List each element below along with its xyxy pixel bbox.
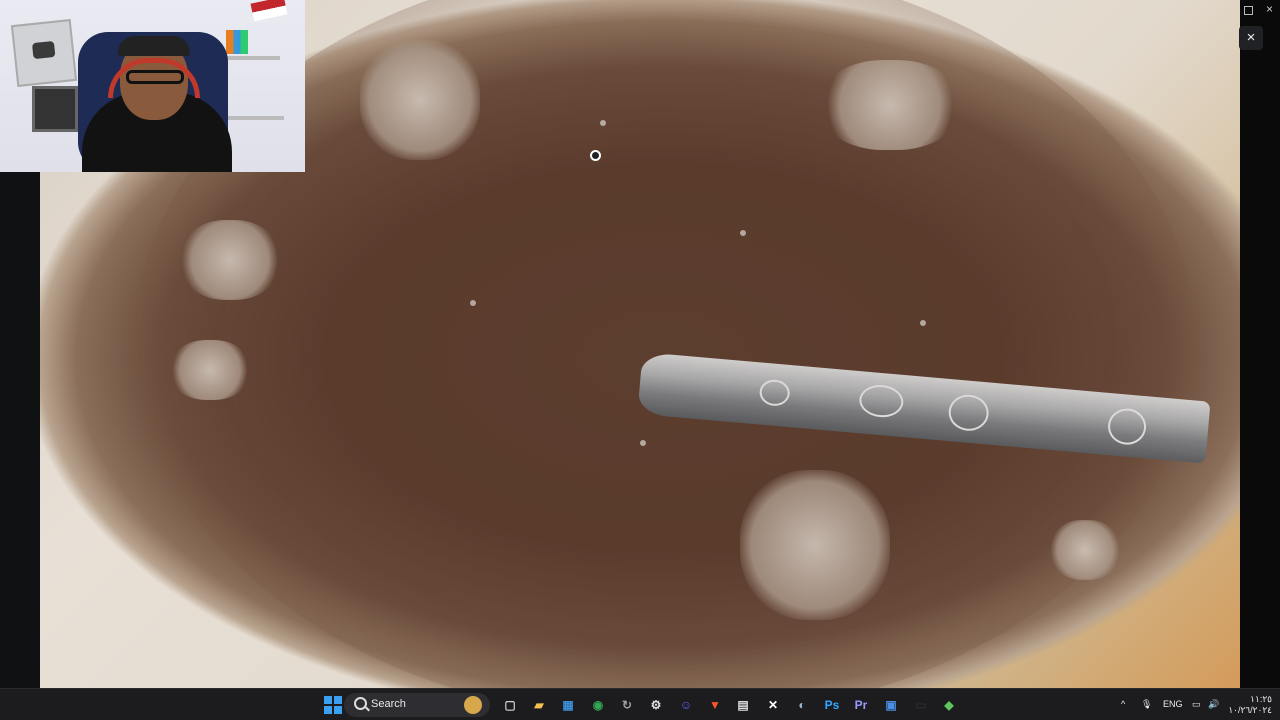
search-icon — [354, 697, 367, 710]
taskbar-search-box[interactable]: Search — [344, 693, 490, 717]
glasses — [126, 70, 184, 84]
taskbar: Search ▢ ▰ ▦ ◉ ↻ ⚙ ☺ ▼ ▤ ✕ ◐ Ps Pr ▣ ▭ ◆ ^ 🎙 ENG ▭ 🔊 ١١… — [0, 688, 1280, 720]
file-explorer-icon[interactable]: ▰ — [528, 694, 550, 716]
shelf-bottles — [226, 30, 248, 54]
bubble — [600, 120, 606, 126]
search-label: Search — [371, 698, 406, 710]
image-viewer-icon[interactable]: ▤ — [732, 694, 754, 716]
wall-frame — [32, 86, 78, 132]
clock-time: ١١:٢٥ — [1250, 694, 1272, 704]
capcut-icon[interactable]: ✕ — [762, 694, 784, 716]
tray-chevron-icon[interactable]: ^ — [1121, 699, 1125, 709]
photos-icon[interactable]: ▣ — [880, 694, 902, 716]
sync-app-icon[interactable]: ↻ — [616, 694, 638, 716]
language-indicator[interactable]: ENG — [1163, 699, 1183, 709]
bubble — [470, 300, 476, 306]
bubble — [920, 320, 926, 326]
meat-piece — [360, 40, 480, 160]
microphone-icon[interactable]: 🎙 — [1141, 699, 1152, 710]
wall-shelf — [220, 56, 280, 60]
chrome-icon[interactable]: ◉ — [587, 694, 609, 716]
start-windows-icon[interactable] — [322, 694, 344, 716]
maximize-icon[interactable] — [1244, 6, 1253, 15]
left-background-strip — [0, 170, 40, 688]
right-background-strip: × — [1240, 0, 1280, 688]
meat-piece — [1050, 520, 1120, 580]
task-view-icon[interactable]: ▢ — [499, 694, 521, 716]
silver-play-button-plaque — [10, 19, 78, 87]
brave-icon[interactable]: ▼ — [704, 694, 726, 716]
webcam-overlay — [0, 0, 305, 172]
premiere-icon[interactable]: Pr — [850, 694, 872, 716]
photoshop-icon[interactable]: Ps — [821, 694, 843, 716]
meat-piece — [740, 470, 890, 620]
discord-icon[interactable]: ☺ — [675, 694, 697, 716]
bubble — [740, 230, 746, 236]
volume-icon[interactable]: 🔊 — [1208, 699, 1219, 710]
close-window-icon[interactable]: × — [1266, 3, 1275, 15]
search-highlight-icon — [464, 696, 482, 714]
clock-date: ١٠/٢٦/٢٠٢٤ — [1228, 705, 1272, 715]
bubble — [640, 440, 646, 446]
steam-icon[interactable]: ◐ — [791, 694, 813, 716]
cube-app-icon[interactable]: ◆ — [938, 694, 960, 716]
network-icon[interactable]: ▭ — [1192, 699, 1201, 710]
blank-app-icon[interactable]: ▭ — [910, 694, 932, 716]
wall-shelf — [220, 116, 284, 120]
meat-piece — [170, 340, 250, 400]
settings-icon[interactable]: ⚙ — [645, 694, 667, 716]
meat-piece — [820, 60, 960, 150]
bandana — [118, 36, 190, 56]
meat-piece — [180, 220, 280, 300]
mouse-cursor — [590, 150, 601, 161]
clock[interactable]: ١١:٢٥ ١٠/٢٦/٢٠٢٤ — [1228, 694, 1272, 716]
viewer-close-button[interactable]: × — [1239, 26, 1263, 50]
microsoft-store-icon[interactable]: ▦ — [557, 694, 579, 716]
flag — [250, 0, 288, 22]
